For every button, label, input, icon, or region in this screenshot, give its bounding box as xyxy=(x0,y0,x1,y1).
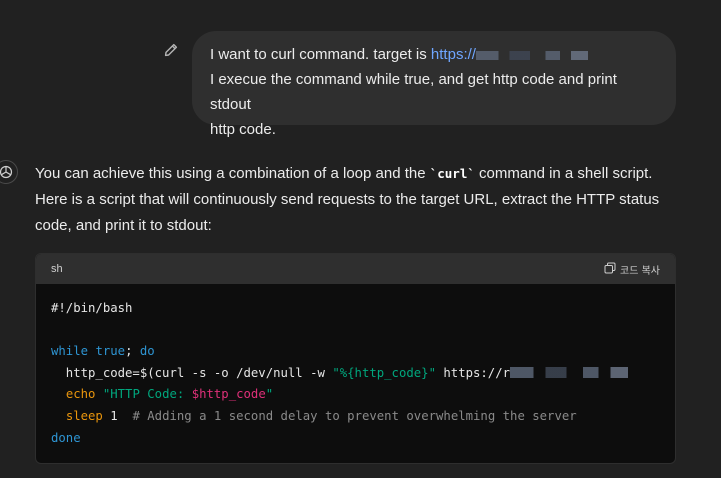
pencil-icon[interactable] xyxy=(163,42,179,58)
user-message-line-1: I want to curl command. target is https:… xyxy=(210,42,658,67)
user-message-bubble: I want to curl command. target is https:… xyxy=(192,31,676,138)
code-line: http_code=$(curl -s -o /dev/null -w "%{h… xyxy=(51,363,660,385)
code-line: done xyxy=(51,430,81,445)
code-language-label: sh xyxy=(51,263,63,275)
redacted-url xyxy=(475,51,588,60)
code-line: while true; do xyxy=(51,344,155,359)
inline-code-curl: `curl` xyxy=(429,166,475,181)
code-block-header: sh 코드 복사 xyxy=(36,254,675,284)
assistant-response-text: You can achieve this using a combination… xyxy=(35,161,685,239)
copy-code-label: 코드 복사 xyxy=(620,265,660,277)
chatgpt-logo-icon xyxy=(0,160,18,184)
code-block: sh 코드 복사 #!/bin/bash while true; do http… xyxy=(35,253,676,464)
user-message-line-3: http code. xyxy=(210,121,276,138)
code-line: sleep 1 # Adding a 1 second delay to pre… xyxy=(65,408,577,423)
user-message-text: I want to curl command. target is xyxy=(210,46,431,63)
redacted-url xyxy=(510,366,629,378)
user-message-line-2: I execue the command while true, and get… xyxy=(210,71,617,113)
copy-code-button[interactable]: 코드 복사 xyxy=(604,262,660,277)
target-url-link[interactable]: https:// xyxy=(431,46,476,63)
code-line: echo "HTTP Code: $http_code" xyxy=(65,387,274,402)
copy-icon xyxy=(604,262,616,277)
assistant-text-part: You can achieve this using a combination… xyxy=(35,165,430,182)
code-body: #!/bin/bash while true; do http_code=$(c… xyxy=(36,284,675,449)
code-line: #!/bin/bash xyxy=(51,301,133,315)
